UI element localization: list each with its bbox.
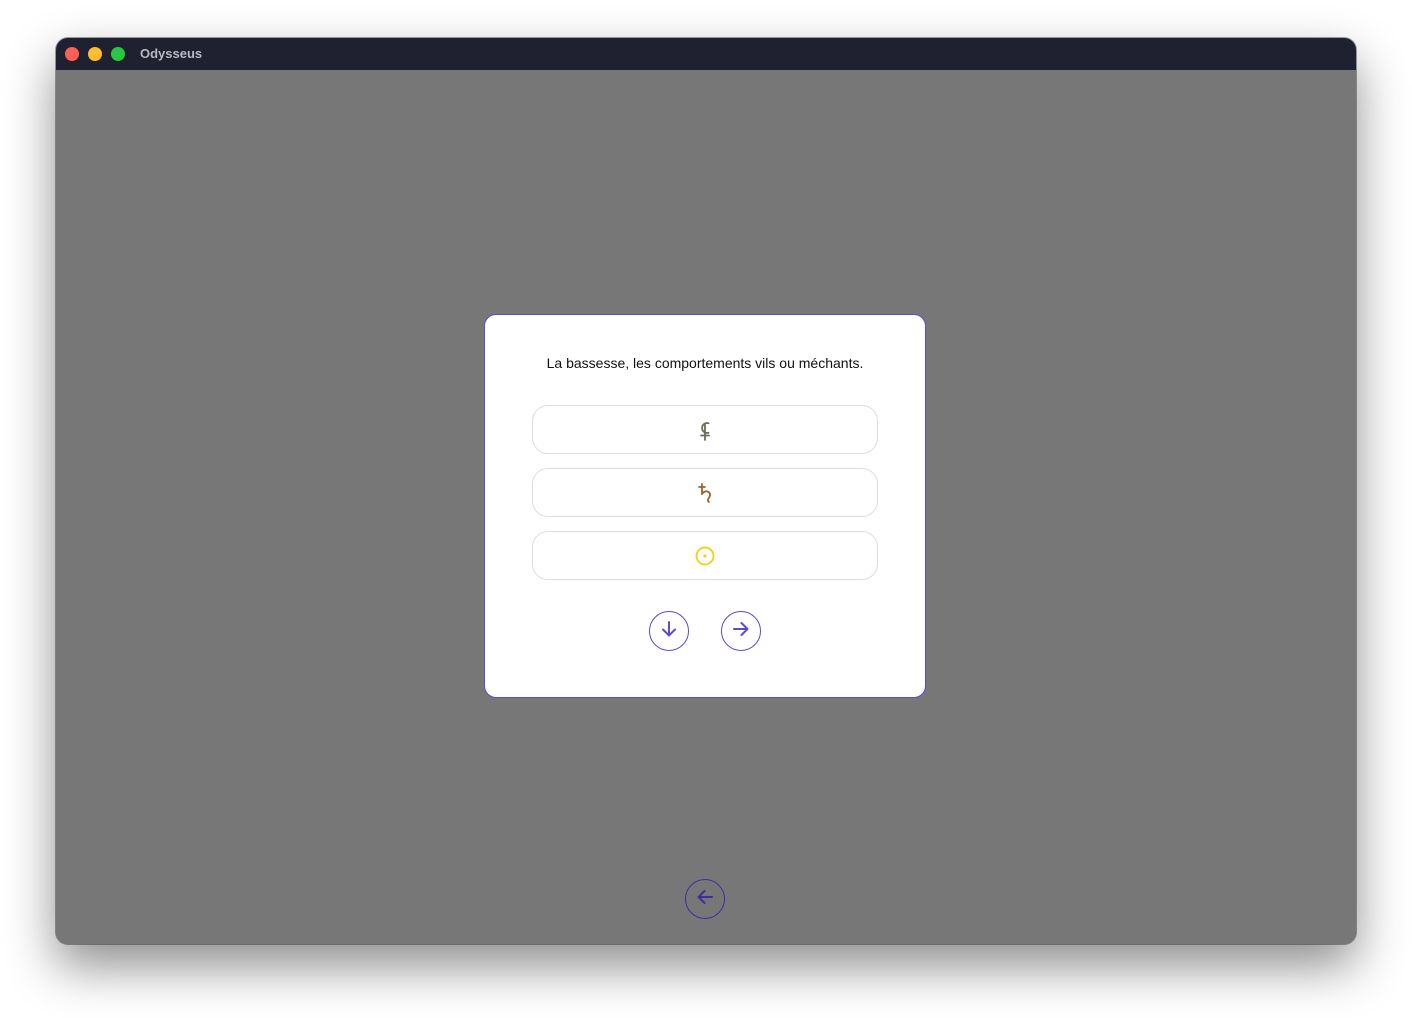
ceres-symbol-icon [696, 419, 714, 441]
question-text: La bassesse, les comportements vils ou m… [546, 355, 864, 371]
answer-option-ceres[interactable] [532, 405, 878, 454]
main-content: La bassesse, les comportements vils ou m… [56, 70, 1356, 944]
saturn-symbol-icon [696, 482, 714, 504]
back-button[interactable] [685, 879, 725, 919]
arrow-down-icon [659, 619, 679, 644]
app-window: Odysseus La bassesse, les comportements … [56, 38, 1356, 944]
answer-option-sun[interactable] [532, 531, 878, 580]
window-title: Odysseus [140, 46, 203, 61]
quiz-card: La bassesse, les comportements vils ou m… [484, 314, 926, 698]
zoom-window-button[interactable] [111, 47, 125, 61]
sun-symbol-icon [694, 545, 716, 567]
close-window-button[interactable] [65, 47, 79, 61]
reveal-answer-button[interactable] [649, 611, 689, 651]
arrow-right-icon [731, 619, 751, 644]
title-bar: Odysseus [56, 38, 1356, 70]
arrow-left-icon [695, 887, 715, 912]
answer-option-saturn[interactable] [532, 468, 878, 517]
next-button[interactable] [721, 611, 761, 651]
minimize-window-button[interactable] [88, 47, 102, 61]
